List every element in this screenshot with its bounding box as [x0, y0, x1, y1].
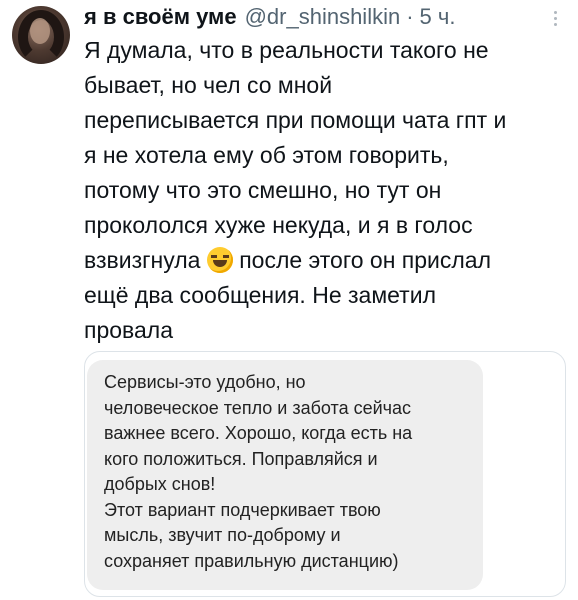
avatar-face	[30, 18, 50, 44]
tweet: я в своём уме @dr_shinshilkin · 5 ч. Я д…	[0, 0, 578, 600]
tweet-text-fragment: взвизгнула	[84, 247, 201, 273]
tweet-text-line: провала	[84, 317, 174, 343]
author-display-name[interactable]: я в своём уме	[84, 4, 237, 30]
message-line: кого положиться. Поправляйся и	[104, 448, 378, 469]
message-bubble-text: Сервисы-это удобно, но человеческое тепл…	[104, 370, 474, 574]
tweet-text-line: переписывается при помощи чата гпт и	[84, 107, 507, 133]
message-line: Сервисы-это удобно, но	[104, 372, 306, 392]
tweet-text-line-with-emoji: взвизгнула после этого он прислал	[84, 243, 564, 278]
tweet-text-fragment: после этого он прислал	[239, 247, 492, 273]
separator-dot: ·	[406, 4, 414, 29]
tweet-text-line: прокололся хуже некуда, и я в голос	[84, 212, 473, 238]
tweet-text-line: Я думала, что в реальности такого не	[84, 37, 489, 63]
tweet-text-line: ещё два сообщения. Не заметил	[84, 282, 436, 308]
more-vertical-icon[interactable]	[545, 6, 565, 30]
message-line: сохраняет правильную дистанцию)	[104, 550, 399, 571]
message-line: человеческое тепло и забота сейчас	[104, 397, 412, 418]
author-handle[interactable]: @dr_shinshilkin	[245, 4, 401, 30]
message-line: добрых снов!	[104, 474, 216, 494]
message-line: Этот вариант подчеркивает твою	[104, 499, 381, 520]
tweet-text-line: потому что это смешно, но тут он	[84, 177, 442, 203]
tweet-text: Я думала, что в реальности такого не быв…	[84, 33, 564, 348]
avatar[interactable]	[12, 6, 70, 64]
tweet-timestamp[interactable]: 5 ч.	[420, 4, 456, 30]
rolling-on-floor-laughing-icon	[206, 247, 233, 273]
message-line: важнее всего. Хорошо, когда есть на	[104, 423, 413, 443]
tweet-header: я в своём уме @dr_shinshilkin · 5 ч.	[84, 2, 455, 32]
tweet-text-line: я не хотела ему об этом говорить,	[84, 142, 449, 168]
message-line: мысль, звучит по-доброму и	[104, 525, 341, 545]
tweet-text-line: бывает, но чел со мной	[84, 72, 333, 98]
